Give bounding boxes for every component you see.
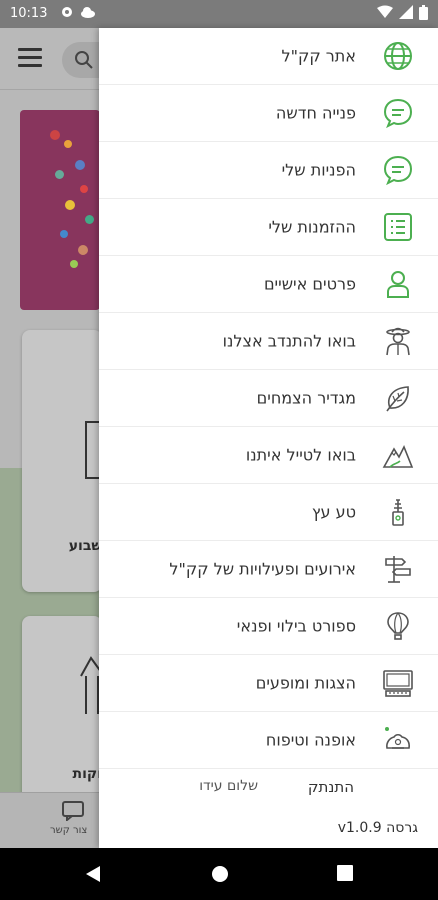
contact-nav-label: צור קשר: [50, 825, 88, 836]
cloud-icon: [81, 7, 95, 18]
menu-item-hike-with-us[interactable]: בואו לטייל איתנו: [99, 427, 438, 484]
signpost-icon: [382, 553, 414, 585]
home-icon[interactable]: [210, 864, 230, 884]
navigation-drawer: אתר קק"ל פנייה חדשה הפניות שלי ההזמנות ש…: [99, 28, 438, 848]
menu-item-my-orders[interactable]: ההזמנות שלי: [99, 199, 438, 256]
chat-bubble-icon: [382, 154, 414, 186]
search-icon: [75, 51, 93, 69]
menu-item-plant-tree[interactable]: טע עץ: [99, 484, 438, 541]
menu-item-new-request[interactable]: פנייה חדשה: [99, 85, 438, 142]
menu-item-kkl-events[interactable]: אירועים ופעילויות של קק"ל: [99, 541, 438, 598]
status-time: 10:13: [10, 6, 48, 21]
wifi-icon: [377, 5, 393, 18]
menu-item-fashion[interactable]: אופנה וטיפוח: [99, 712, 438, 769]
logout-link[interactable]: התנתק: [308, 778, 354, 796]
signal-icon: [399, 5, 413, 19]
list-icon: [382, 211, 414, 243]
globe-icon: [382, 40, 414, 72]
menu-item-personal-details[interactable]: פרטים אישיים: [99, 256, 438, 313]
battery-icon: [419, 5, 428, 20]
menu-item-label: מגדיר הצמחים: [256, 388, 356, 408]
fashion-icon: [382, 724, 414, 756]
menu-icon[interactable]: [18, 48, 42, 68]
menu-item-plant-identifier[interactable]: מגדיר הצמחים: [99, 370, 438, 427]
app-version: גרסה v1.0.9: [337, 820, 418, 836]
bottom-navigation: צור קשר: [0, 792, 110, 848]
menu-item-label: בואו לטייל איתנו: [245, 445, 356, 465]
menu-item-label: הפניות שלי: [281, 160, 356, 180]
menu-item-sport-leisure[interactable]: ספורט בילוי ופנאי: [99, 598, 438, 655]
leaf-icon: [382, 382, 414, 414]
drawer-footer: התנתק שלום עידו: [99, 768, 438, 808]
card-title: שבוע: [68, 538, 102, 554]
card-title: וקות: [72, 766, 102, 782]
contact-chat-icon[interactable]: [62, 801, 84, 821]
menu-item-my-requests[interactable]: הפניות שלי: [99, 142, 438, 199]
menu-item-label: אתר קק"ל: [281, 46, 356, 66]
hot-air-balloon-icon: [382, 610, 414, 642]
menu-item-label: אירועים ופעילויות של קק"ל: [169, 559, 356, 579]
menu-item-label: טע עץ: [311, 502, 356, 522]
menu-item-label: אופנה וטיפוח: [265, 730, 356, 750]
menu-item-label: פנייה חדשה: [275, 103, 356, 123]
status-bar: 10:13: [0, 0, 438, 28]
person-icon: [382, 268, 414, 300]
chat-bubble-icon: [382, 97, 414, 129]
menu-item-label: ספורט בילוי ופנאי: [236, 616, 356, 636]
category-card[interactable]: שבוע: [22, 330, 103, 592]
category-card[interactable]: וקות: [22, 616, 105, 816]
menu-item-kkl-site[interactable]: אתר קק"ל: [99, 28, 438, 85]
monitor-icon: [382, 667, 414, 699]
recents-icon[interactable]: [336, 864, 354, 882]
menu-item-label: פרטים אישיים: [263, 274, 356, 294]
tree-icon: [382, 496, 414, 528]
menu-item-volunteer[interactable]: בואו להתנדב אצלנו: [99, 313, 438, 370]
android-navigation-bar: [0, 848, 438, 900]
promo-banner[interactable]: [20, 110, 100, 310]
back-icon[interactable]: [84, 864, 102, 884]
menu-item-label: ההזמנות שלי: [268, 217, 356, 237]
menu-item-shows[interactable]: הצגות ומופעים: [99, 655, 438, 712]
user-greeting: שלום עידו: [199, 778, 258, 794]
menu-item-label: הצגות ומופעים: [255, 673, 356, 693]
volunteer-icon: [382, 325, 414, 357]
settings-gear-icon: [62, 7, 72, 17]
mountains-icon: [382, 439, 414, 471]
menu-item-label: בואו להתנדב אצלנו: [222, 331, 356, 351]
